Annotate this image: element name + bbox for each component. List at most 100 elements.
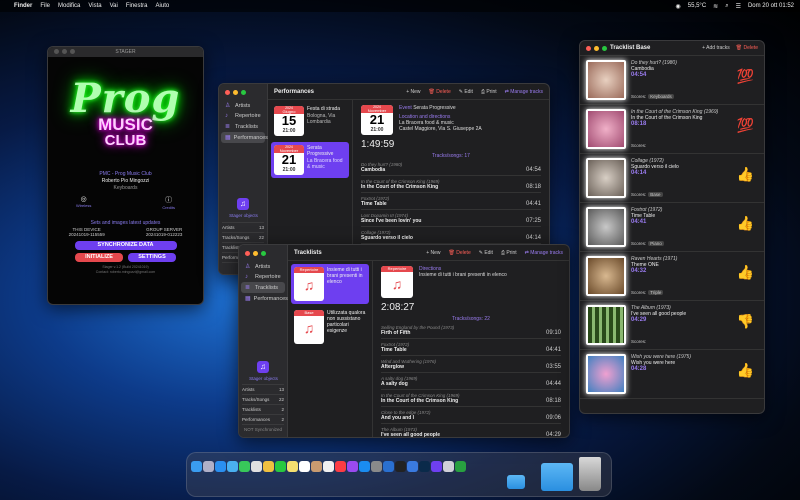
tracklist-card[interactable]: Base ♫ Utilizzata qualora non sussistano… [291,307,369,347]
close-button[interactable] [245,251,250,256]
track-row[interactable]: Foxtrot (1972) Time Table 04:41 [381,339,561,356]
menu-file[interactable]: File [40,3,50,9]
menu-app[interactable]: Finder [14,3,32,9]
list-item[interactable]: In the Court of the Crimson King (1969) I… [580,105,764,154]
messages-icon[interactable] [239,461,250,472]
new-button[interactable]: + New [406,89,420,95]
minimize-button[interactable] [233,90,238,95]
close-button[interactable] [54,49,59,54]
performance-card[interactable]: 2024 Giugno 15 21:00 Festa di strada Bolo… [271,103,349,139]
photos-icon[interactable] [263,461,274,472]
track-row[interactable]: In the Court of the Crimson King (1969) I… [361,176,541,193]
credits-button[interactable]: ⓘ Credits [162,195,175,210]
list-item[interactable]: Raven Hearts (1971) Theme ONE 04:32 Scores… [580,252,764,301]
reminders-icon[interactable] [323,461,334,472]
folder-icon[interactable] [507,475,525,489]
print-button[interactable]: ⎙ Print [501,250,517,256]
add-tracks-button[interactable]: + Add tracks [702,45,730,51]
info-icon: ⓘ [165,197,173,204]
menu-vista[interactable]: Vista [88,3,101,9]
list-item[interactable]: Foxtrot (1972) Time Table 04:41 Scores: Pia… [580,203,764,252]
settings-button[interactable]: SETTINGS [128,253,176,262]
performance-card-selected[interactable]: 2024 November 21 21:00 Serata Progressiv… [271,142,349,178]
sidebar-item-tracklists[interactable]: ≣ Tracklists [221,121,265,132]
menu-vai[interactable]: Vai [110,3,118,9]
numbers-icon[interactable] [455,461,466,472]
zoom-button[interactable] [70,49,75,54]
delete-button[interactable]: 🗑 Delete [449,250,471,256]
zoom-button[interactable] [261,251,266,256]
sidebar-item-performances[interactable]: ▦ Performances [221,132,268,143]
search-icon[interactable]: ⌕ [725,3,728,10]
manage-tracks-button[interactable]: ⇄ Manage tracks [505,89,543,95]
wifi-icon[interactable]: ≋ [713,3,718,10]
safari-icon[interactable] [215,461,226,472]
track-row[interactable]: The Album (1973) I've seen all good peopl… [381,424,561,437]
synchronize-button[interactable]: SYNCHRONIZE DATA [74,241,177,250]
track-row[interactable]: A salty dog (1969) A salty dog 04:44 [381,373,561,390]
finder-icon[interactable] [191,461,202,472]
wireless-button[interactable]: ◎ Wireless [76,195,91,210]
control-center-icon[interactable]: ☰ [736,3,741,10]
clock[interactable]: Dom 20 ott 01:52 [748,3,794,9]
sidebar-item-repertoire[interactable]: ♪ Repertoire [221,111,265,121]
downloads-folder-icon[interactable] [541,463,573,491]
delete-button[interactable]: 🗑 Delete [736,45,758,51]
sidebar-item-performances[interactable]: ▦ Performances [241,293,288,304]
podcasts-icon[interactable] [347,461,358,472]
sidebar-item-artists[interactable]: ♙ Artists [241,261,285,272]
list-item[interactable]: Collage (1972) Sguardo verso il cielo 04:1… [580,154,764,203]
delete-button[interactable]: 🗑 Delete [429,89,451,95]
track-row[interactable]: In the Court of the Crimson King (1969) I… [381,390,561,407]
sidebar-item-artists[interactable]: ♙ Artists [221,100,265,111]
notes-icon[interactable] [287,461,298,472]
facetime-icon[interactable] [275,461,286,472]
sidebar-item-repertoire[interactable]: ♪ Repertoire [241,272,285,282]
mail-icon[interactable] [227,461,238,472]
initialize-button[interactable]: INITIALIZE [75,253,123,262]
track-row[interactable]: Close to the edge (1972) And you and I 09:… [381,407,561,424]
menu-finestra[interactable]: Finestra [126,3,148,9]
edit-button[interactable]: ✎ Edit [479,250,493,256]
track-row[interactable]: Lost Dopamin III (1974) Since I've been l… [361,210,541,227]
close-button[interactable] [586,46,591,51]
new-button[interactable]: + New [426,250,440,256]
launchpad-icon[interactable] [203,461,214,472]
track-row[interactable]: Selling England by the Pound (1973) Firth… [381,322,561,339]
zoom-button[interactable] [241,90,246,95]
contacts-icon[interactable] [311,461,322,472]
xcode-icon[interactable] [383,461,394,472]
zoom-button[interactable] [602,46,607,51]
menu-modifica[interactable]: Modifica [58,3,80,9]
status-icon[interactable]: ◉ [676,3,681,10]
photoshop-icon[interactable] [419,461,430,472]
windows-icon[interactable] [407,461,418,472]
calendar-icon[interactable] [299,461,310,472]
close-button[interactable] [225,90,230,95]
track-row[interactable]: Wind and Wuthering (1976) Afterglow 03:55 [381,356,561,373]
stager-app-icon[interactable] [431,461,442,472]
sidebar-item-tracklists[interactable]: ≣ Tracklists [241,282,285,293]
system-settings-icon[interactable] [371,461,382,472]
music-icon[interactable] [335,461,346,472]
list-item[interactable]: Do they hurt? (1980) Cambodia 04:54 Scores… [580,56,764,105]
manage-tracks-button[interactable]: ⇄ Manage tracks [525,250,563,256]
terminal-icon[interactable] [395,461,406,472]
edit-button[interactable]: ✎ Edit [459,89,473,95]
track-row[interactable]: Foxtrot (1972) Time Table 04:41 [361,193,541,210]
minimize-button[interactable] [594,46,599,51]
cpu-temp[interactable]: 55,5°C [688,3,706,9]
minimize-button[interactable] [253,251,258,256]
trash-icon[interactable] [579,457,601,491]
maps-icon[interactable] [251,461,262,472]
tracklist-card-selected[interactable]: Repertoire ♫ Insieme di tutti i brani pr… [291,264,369,304]
app-store-icon[interactable] [359,461,370,472]
preview-icon[interactable] [443,461,454,472]
list-item[interactable]: Wish you were here (1975) Wish you were h… [580,350,764,399]
minimize-button[interactable] [62,49,67,54]
track-row[interactable]: Collage (1972) Sguardo verso il cielo 04:1… [361,227,541,244]
track-row[interactable]: Do they hurt? (1980) Cambodia 04:54 [361,159,541,176]
list-item[interactable]: The Album (1973) I've seen all good peopl… [580,301,764,350]
print-button[interactable]: ⎙ Print [481,89,497,95]
menu-aiuto[interactable]: Aiuto [156,3,170,9]
